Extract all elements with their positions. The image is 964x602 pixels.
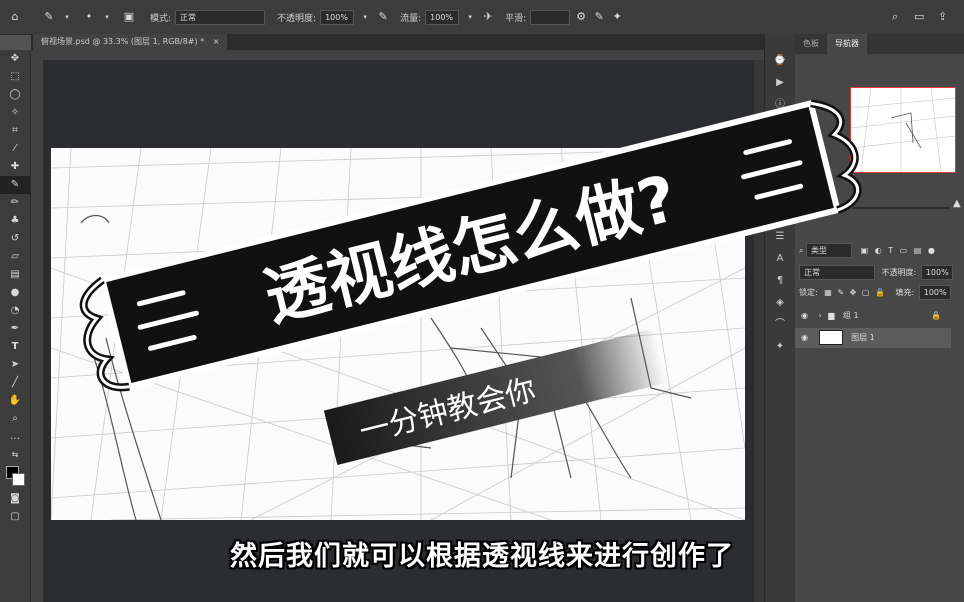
title-banner: 透视线怎么做? 一分钟教会你: [79, 99, 862, 465]
video-caption: 然后我们就可以根据透视线来进行创作了: [230, 541, 734, 572]
